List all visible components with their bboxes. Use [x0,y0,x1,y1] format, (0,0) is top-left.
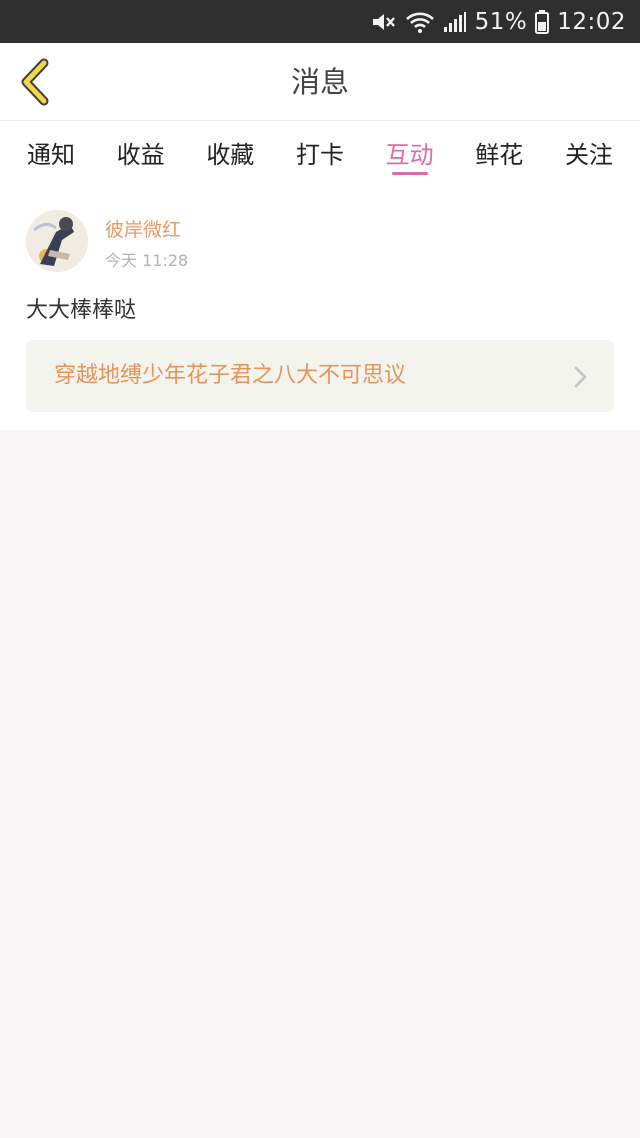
reference-card[interactable]: 穿越地缚少年花子君之八大不可思议 [26,340,614,412]
page-title: 消息 [290,65,349,99]
tab-earnings[interactable]: 收益 [116,121,166,185]
back-button[interactable] [12,55,58,109]
wifi-icon [405,10,435,34]
status-icons: 51% 12:02 [371,0,626,43]
username[interactable]: 彼岸微红 [105,215,181,242]
signal-icon [443,11,467,33]
tab-following[interactable]: 关注 [564,121,614,185]
battery-icon [535,9,550,34]
message-item: 彼岸微红 今天 11:28 大大棒棒哒 穿越地缚少年花子君之八大不可思议 [0,185,640,430]
tab-notifications[interactable]: 通知 [26,121,76,185]
mute-icon [371,11,397,33]
back-chevron-icon [21,58,49,106]
timestamp: 今天 11:28 [105,251,189,270]
tab-checkin[interactable]: 打卡 [295,121,345,185]
tab-flowers[interactable]: 鲜花 [474,121,524,185]
status-bar: 51% 12:02 [0,0,640,43]
clock: 12:02 [557,8,626,35]
tab-interactions[interactable]: 互动 [385,121,435,185]
tab-favorites[interactable]: 收藏 [205,121,255,185]
message-text: 大大棒棒哒 [26,298,137,323]
header: 消息 [0,43,640,121]
battery-text: 51% [474,8,528,35]
chevron-right-icon [574,366,587,388]
tab-bar: 通知 收益 收藏 打卡 互动 鲜花 关注 [0,121,640,185]
avatar[interactable] [26,210,88,272]
reference-title: 穿越地缚少年花子君之八大不可思议 [54,363,407,388]
